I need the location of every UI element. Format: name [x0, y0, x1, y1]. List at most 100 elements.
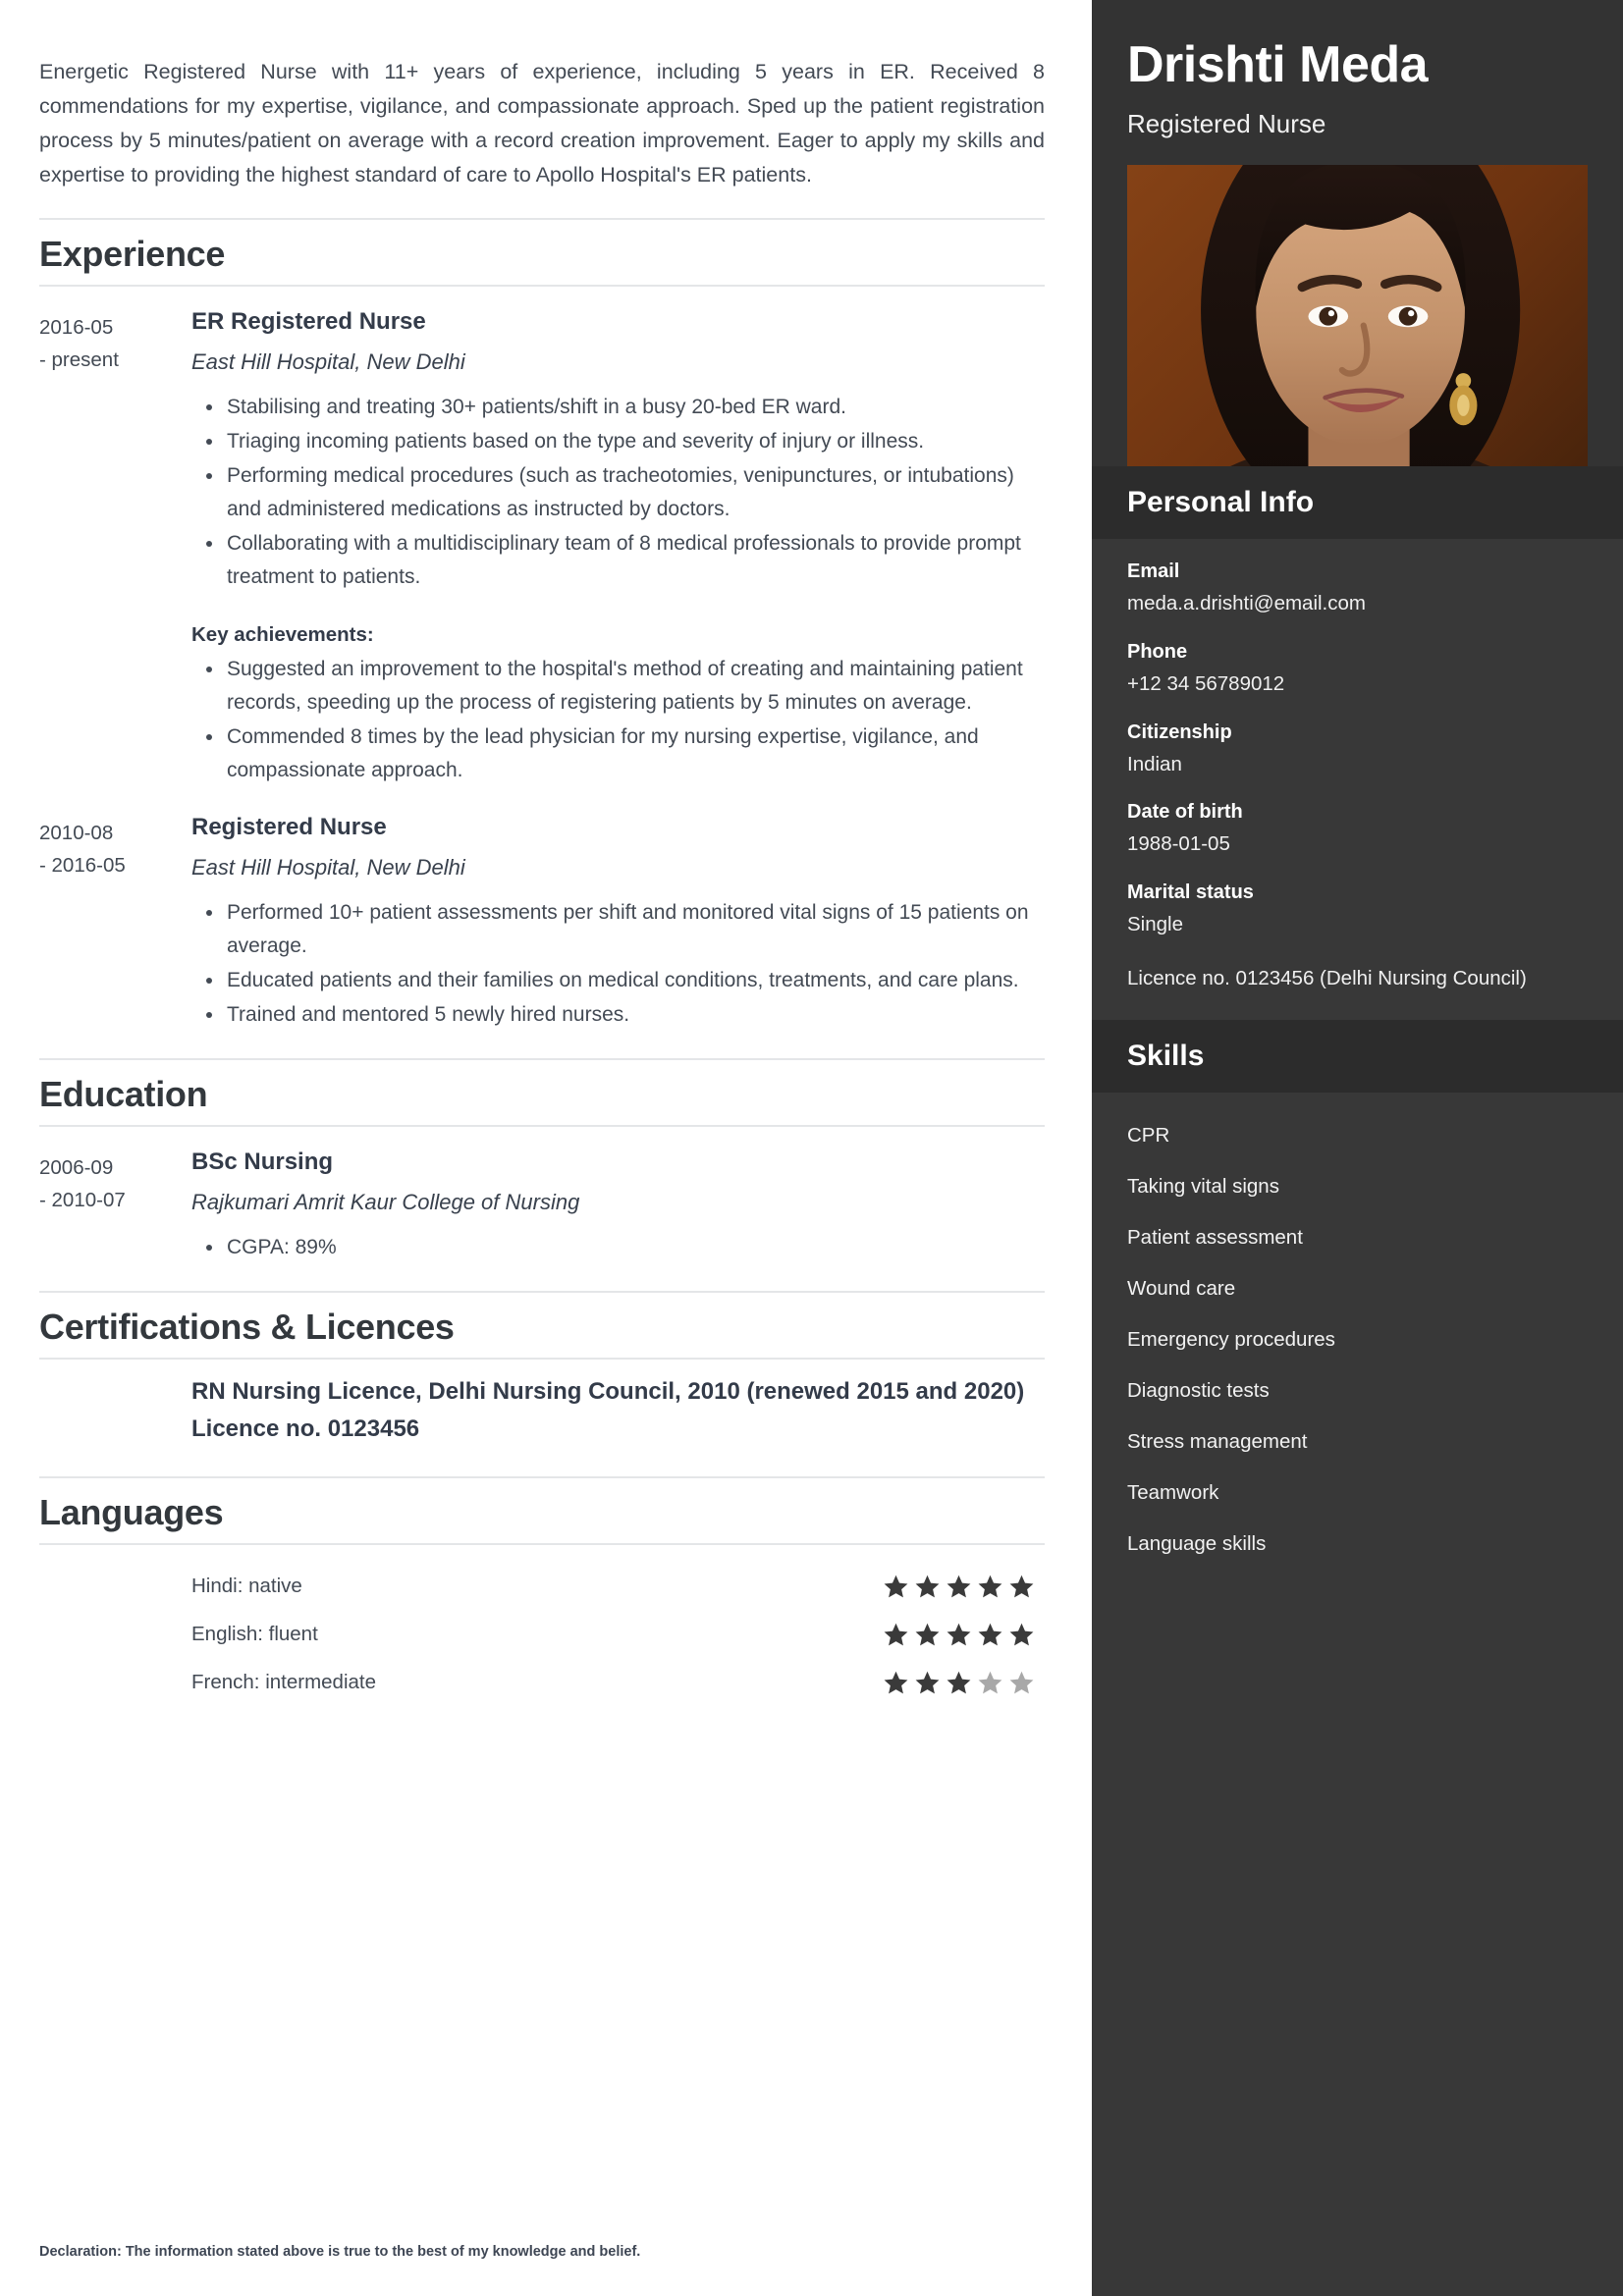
field-label: Date of birth	[1127, 801, 1243, 824]
list-item: Performing medical procedures (such as t…	[197, 459, 1045, 526]
skill-item: Taking vital signs	[1127, 1175, 1279, 1199]
section-divider-bottom	[39, 285, 1045, 288]
language-rating-stars	[883, 1574, 1035, 1600]
field-value: Indian	[1127, 752, 1182, 775]
star-filled-icon	[977, 1622, 1003, 1648]
field-value: 1988-01-05	[1127, 832, 1230, 856]
languages-heading: Languages	[39, 1491, 224, 1532]
skill-item: Language skills	[1127, 1532, 1267, 1556]
skills-heading: Skills	[1092, 1020, 1623, 1094]
section-divider-bottom	[39, 1125, 1045, 1128]
star-filled-icon	[1008, 1622, 1035, 1648]
experience-heading: Experience	[39, 234, 226, 275]
language-row: English: fluent	[191, 1611, 1045, 1659]
language-list: Hindi: native English: fluent French: in…	[191, 1545, 1045, 1707]
list-item: CGPA: 89%	[197, 1231, 1045, 1264]
star-filled-icon	[914, 1670, 941, 1696]
date-end: - 2016-05	[39, 854, 126, 878]
skill-item: Patient assessment	[1127, 1226, 1303, 1250]
date-end: - 2010-07	[39, 1189, 126, 1212]
star-filled-icon	[883, 1670, 909, 1696]
personal-info-item-email: Email meda.a.drishti@email.com	[1127, 561, 1588, 619]
certifications-section: Certifications & Licences RN Nursing Lic…	[39, 1291, 1045, 1446]
responsibility-list: Performed 10+ patient assessments per sh…	[197, 896, 1045, 1032]
main-column: Energetic Registered Nurse with 11+ year…	[0, 0, 1092, 2296]
experience-entry: 2016-05 - present ER Registered Nurse Ea…	[39, 308, 1045, 788]
list-item: Trained and mentored 5 newly hired nurse…	[197, 998, 1045, 1032]
key-achievements-label: Key achievements:	[191, 623, 374, 647]
resume-page: Energetic Registered Nurse with 11+ year…	[0, 0, 1623, 2296]
personal-info-item-citizenship: Citizenship Indian	[1127, 721, 1588, 780]
personal-info-body: Email meda.a.drishti@email.com Phone +12…	[1092, 539, 1623, 1020]
responsibility-list: Stabilising and treating 30+ patients/sh…	[197, 391, 1045, 594]
personal-info-item-phone: Phone +12 34 56789012	[1127, 641, 1588, 700]
field-value: meda.a.drishti@email.com	[1127, 592, 1366, 615]
field-label: Citizenship	[1127, 721, 1232, 743]
language-row: Hindi: native	[191, 1563, 1045, 1611]
personal-info-item-date-of-birth: Date of birth 1988-01-05	[1127, 801, 1588, 860]
skill-item: CPR	[1127, 1124, 1170, 1148]
education-date: 2006-09 - 2010-07	[39, 1148, 191, 1265]
sidebar: Drishti Meda Registered Nurse Personal I…	[1092, 0, 1623, 2296]
field-value: +12 34 56789012	[1127, 671, 1285, 695]
star-empty-icon	[977, 1670, 1003, 1696]
experience-body: Registered Nurse East Hill Hospital, New…	[191, 814, 1045, 1033]
education-body: BSc Nursing Rajkumari Amrit Kaur College…	[191, 1148, 1045, 1265]
language-rating-stars	[883, 1622, 1035, 1648]
achievement-list: Suggested an improvement to the hospital…	[197, 653, 1045, 787]
star-filled-icon	[946, 1574, 972, 1600]
photo-container	[1092, 165, 1623, 467]
school-name: Rajkumari Amrit Kaur College of Nursing	[191, 1190, 580, 1215]
education-entry: 2006-09 - 2010-07 BSc Nursing Rajkumari …	[39, 1148, 1045, 1265]
personal-info-heading: Personal Info	[1092, 466, 1623, 540]
experience-date: 2016-05 - present	[39, 308, 191, 788]
list-item: Educated patients and their families on …	[197, 964, 1045, 997]
personal-info-item-marital-status: Marital status Single	[1127, 881, 1588, 940]
degree-title: BSc Nursing	[191, 1148, 334, 1176]
sidebar-header: Drishti Meda Registered Nurse	[1092, 0, 1623, 166]
experience-entry: 2010-08 - 2016-05 Registered Nurse East …	[39, 814, 1045, 1033]
education-section: Education 2006-09 - 2010-07 BSc Nursing …	[39, 1058, 1045, 1265]
education-heading: Education	[39, 1074, 208, 1115]
date-start: 2010-08	[39, 822, 114, 845]
licence-note: Licence no. 0123456 (Delhi Nursing Counc…	[1127, 966, 1527, 989]
candidate-role: Registered Nurse	[1127, 109, 1326, 139]
professional-summary: Energetic Registered Nurse with 11+ year…	[39, 60, 1045, 187]
field-label: Email	[1127, 561, 1180, 583]
skill-item: Teamwork	[1127, 1481, 1219, 1505]
star-filled-icon	[883, 1574, 909, 1600]
list-item: Triaging incoming patients based on the …	[197, 425, 1045, 458]
date-start: 2016-05	[39, 316, 114, 340]
languages-section: Languages Hindi: native English: fluent …	[39, 1475, 1045, 1707]
language-label: English: fluent	[191, 1623, 318, 1646]
skills-list: CPR Taking vital signs Patient assessmen…	[1092, 1093, 1623, 1570]
skill-item: Stress management	[1127, 1430, 1308, 1454]
star-filled-icon	[914, 1574, 941, 1600]
skill-item: Diagnostic tests	[1127, 1379, 1270, 1403]
job-title: ER Registered Nurse	[191, 308, 426, 336]
education-detail-list: CGPA: 89%	[197, 1231, 1045, 1264]
certifications-heading: Certifications & Licences	[39, 1307, 455, 1348]
list-item: Suggested an improvement to the hospital…	[197, 653, 1045, 720]
experience-date: 2010-08 - 2016-05	[39, 814, 191, 1033]
list-item: Collaborating with a multidisciplinary t…	[197, 527, 1045, 594]
list-item: Commended 8 times by the lead physician …	[197, 721, 1045, 787]
star-empty-icon	[1008, 1670, 1035, 1696]
experience-body: ER Registered Nurse East Hill Hospital, …	[191, 308, 1045, 788]
star-filled-icon	[946, 1622, 972, 1648]
star-filled-icon	[914, 1622, 941, 1648]
star-filled-icon	[1008, 1574, 1035, 1600]
field-value: Single	[1127, 913, 1183, 936]
star-filled-icon	[946, 1670, 972, 1696]
language-label: Hindi: native	[191, 1575, 302, 1598]
skill-item: Wound care	[1127, 1277, 1236, 1301]
field-label: Phone	[1127, 640, 1188, 663]
list-item: Stabilising and treating 30+ patients/sh…	[197, 391, 1045, 424]
field-label: Marital status	[1127, 881, 1254, 904]
date-end: - present	[39, 347, 119, 371]
language-row: French: intermediate	[191, 1659, 1045, 1707]
list-item: Performed 10+ patient assessments per sh…	[197, 896, 1045, 963]
avatar	[1127, 165, 1588, 467]
star-filled-icon	[883, 1622, 909, 1648]
star-filled-icon	[977, 1574, 1003, 1600]
